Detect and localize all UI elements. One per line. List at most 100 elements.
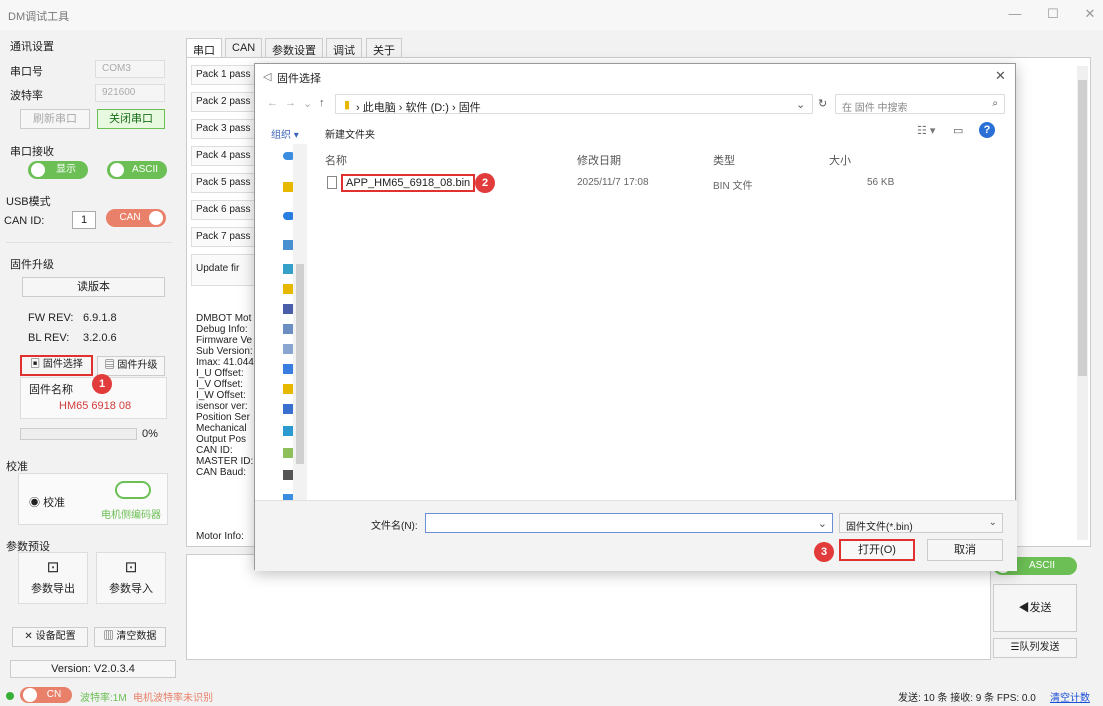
- send-icon: ◀: [1018, 602, 1030, 614]
- log-line: Imax: 41.044: [196, 357, 254, 368]
- serial-rx-title: 串口接收: [10, 146, 54, 158]
- pack-row: Pack 3 pass: [191, 119, 261, 139]
- address-bar[interactable]: ▮ › 此电脑 › 软件 (D:) › 固件 ⌄: [335, 94, 813, 114]
- tab-debug[interactable]: 调试: [326, 38, 362, 58]
- fw-rev-label: FW REV:: [28, 312, 74, 324]
- motor-baud-status: 电机波特率未识别: [133, 693, 213, 704]
- tab-can[interactable]: CAN: [225, 38, 263, 58]
- fw-name-label: 固件名称: [29, 384, 73, 396]
- preview-pane-icon[interactable]: ▭: [953, 124, 963, 137]
- display-toggle[interactable]: 显示: [28, 161, 88, 179]
- can-toggle[interactable]: CAN: [106, 209, 166, 227]
- progress-text: 0%: [142, 428, 158, 440]
- cancel-button[interactable]: 取消: [927, 539, 1003, 561]
- queue-send-button[interactable]: ☰队列发送: [993, 638, 1077, 658]
- title-bar: DM调试工具 — ☐ ✕: [0, 0, 1103, 30]
- filter-dropdown-icon: ⌄: [988, 517, 997, 528]
- filename-label: 文件名(N):: [371, 521, 418, 532]
- filename-dropdown-icon[interactable]: ⌄: [818, 517, 827, 530]
- file-name[interactable]: APP_HM65_6918_08.bin: [341, 174, 476, 192]
- left-panel: 通讯设置 串口号 COM3 波特率 921600 刷新串口 关闭串口 串口接收 …: [0, 30, 178, 685]
- organize-menu[interactable]: 组织 ▾: [271, 126, 299, 141]
- fw-upgrade-title: 固件升级: [10, 259, 54, 271]
- help-icon[interactable]: ?: [979, 122, 995, 138]
- search-input[interactable]: 在 固件 中搜索 ⌕: [835, 94, 1005, 114]
- recent-chevron-icon[interactable]: ⌄: [303, 97, 312, 110]
- tab-serial[interactable]: 串口: [186, 38, 222, 58]
- log-line: isensor ver:: [196, 401, 248, 412]
- new-folder-button[interactable]: 新建文件夹: [325, 126, 375, 141]
- usb-mode-title: USB模式: [6, 196, 51, 208]
- calibrate-radio[interactable]: ◉ 校准: [29, 494, 65, 510]
- baud-select[interactable]: 921600: [95, 84, 165, 102]
- log-line: Sub Version:: [196, 346, 253, 357]
- can-id-input[interactable]: 1: [72, 211, 96, 229]
- calibration-title: 校准: [6, 461, 28, 473]
- folder-icon: ▣: [30, 359, 41, 370]
- encoder-toggle[interactable]: [115, 481, 151, 499]
- tools-icon: ✕: [24, 631, 33, 642]
- pack-row: Pack 1 pass: [191, 65, 261, 85]
- minimize-button[interactable]: —: [1005, 6, 1025, 24]
- tab-about[interactable]: 关于: [366, 38, 402, 58]
- col-date[interactable]: 修改日期: [577, 152, 621, 168]
- dialog-close-icon[interactable]: ✕: [995, 68, 1006, 84]
- file-row[interactable]: APP_HM65_6918_08.bin 2025/11/7 17:08 BIN…: [325, 174, 901, 194]
- breadcrumb[interactable]: › 此电脑 › 软件 (D:) › 固件: [356, 99, 481, 115]
- log-line: CAN ID:: [196, 445, 233, 456]
- col-size[interactable]: 大小: [829, 152, 851, 168]
- param-export-button[interactable]: ⊡ 参数导出: [18, 552, 88, 604]
- log-line: Position Ser: [196, 412, 250, 423]
- file-type-filter[interactable]: 固件文件(*.bin) ⌄: [839, 513, 1003, 533]
- divider: [6, 242, 172, 243]
- clear-data-button[interactable]: ▥ 清空数据: [94, 627, 166, 647]
- forward-arrow-icon[interactable]: →: [285, 97, 296, 109]
- maximize-button[interactable]: ☐: [1043, 6, 1063, 24]
- export-icon: ⊡: [46, 559, 60, 576]
- view-options-icon[interactable]: ☷ ▾: [917, 124, 935, 137]
- port-select[interactable]: COM3: [95, 60, 165, 78]
- calibration-box: ◉ 校准 电机侧编码器: [18, 473, 168, 525]
- filename-input[interactable]: ⌄: [425, 513, 833, 533]
- clear-count-link[interactable]: 清空计数: [1050, 689, 1090, 704]
- bl-rev-value: 3.2.0.6: [83, 332, 117, 344]
- ascii-toggle[interactable]: ASCII: [107, 161, 167, 179]
- scrollbar-thumb[interactable]: [1078, 80, 1087, 376]
- trash-icon: ▥: [103, 631, 114, 642]
- scrollbar[interactable]: [1077, 66, 1088, 540]
- close-port-button[interactable]: 关闭串口: [97, 109, 165, 129]
- file-size: 56 KB: [867, 177, 895, 188]
- param-import-button[interactable]: ⊡ 参数导入: [96, 552, 166, 604]
- back-arrow-icon[interactable]: ←: [267, 97, 278, 109]
- up-arrow-icon[interactable]: ↑: [319, 97, 325, 109]
- open-button[interactable]: 打开(O): [839, 539, 915, 561]
- tab-params[interactable]: 参数设置: [265, 38, 323, 58]
- nav-scrollbar-thumb[interactable]: [296, 264, 304, 464]
- col-name[interactable]: 名称: [325, 152, 347, 168]
- pack-row: Pack 5 pass: [191, 173, 261, 193]
- status-bar: CN 波特率:1M 电机波特率未识别 发送: 10 条 接收: 9 条 FPS:…: [0, 686, 1103, 706]
- marker-1: 1: [92, 374, 112, 394]
- pack-row: Pack 7 pass: [191, 227, 261, 247]
- upload-icon: ▤: [104, 360, 115, 371]
- refresh-port-button[interactable]: 刷新串口: [20, 109, 90, 129]
- read-version-button[interactable]: 读版本: [22, 277, 165, 297]
- version-label: Version: V2.0.3.4: [10, 660, 176, 678]
- status-can-toggle[interactable]: CN: [20, 687, 72, 703]
- nav-scrollbar[interactable]: [293, 144, 307, 504]
- device-config-button[interactable]: ✕ 设备配置: [12, 627, 88, 647]
- col-type[interactable]: 类型: [713, 152, 735, 168]
- address-dropdown-icon[interactable]: ⌄: [796, 98, 805, 111]
- pack-row: Pack 4 pass: [191, 146, 261, 166]
- log-line: I_U Offset:: [196, 368, 244, 379]
- file-type: BIN 文件: [713, 181, 753, 192]
- log-line: Output Pos: [196, 434, 247, 445]
- upgrade-firmware-button[interactable]: ▤ 固件升级: [97, 356, 165, 376]
- can-id-label: CAN ID:: [4, 215, 45, 227]
- refresh-icon[interactable]: ↻: [818, 97, 827, 110]
- update-row: Update fir: [191, 254, 261, 286]
- send-button[interactable]: ◀发送: [993, 584, 1077, 632]
- log-line: DMBOT Mot: [196, 313, 252, 324]
- select-firmware-button[interactable]: ▣ 固件选择: [20, 355, 93, 376]
- close-button[interactable]: ✕: [1080, 6, 1100, 24]
